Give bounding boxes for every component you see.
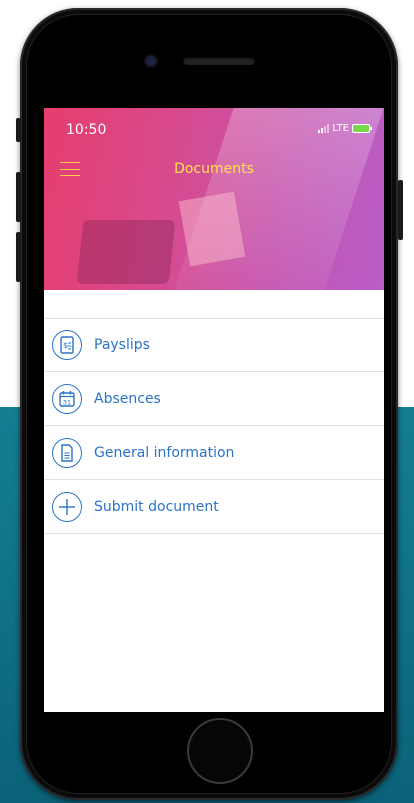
volume-up-button [16,172,21,222]
earpiece-speaker [183,57,255,65]
svg-text:$: $ [63,341,68,350]
list-item-label: General information [94,444,235,461]
status-time: 10:50 [66,122,107,138]
payslip-icon: $ [52,330,82,360]
network-type: LTE [332,123,349,134]
list-item-general-information[interactable]: General information [44,426,384,480]
list-item-label: Submit document [94,498,219,515]
list-item-absences[interactable]: 31 Absences [44,372,384,426]
documents-list: $ Payslips 31 Absences General informati… [44,318,384,534]
list-item-label: Absences [94,390,161,407]
document-icon [52,437,82,468]
calendar-day-label: 31 [63,398,71,406]
list-item-label: Payslips [94,337,150,353]
plus-icon [52,491,82,522]
battery-icon [352,124,372,133]
header-banner: 10:50 LTE Documents [44,108,384,290]
banner-laptop-shape [76,220,176,284]
mute-switch [16,118,21,142]
calendar-icon: 31 [52,383,82,414]
list-item-submit-document[interactable]: Submit document [44,480,384,534]
list-item-payslips[interactable]: $ Payslips [44,318,384,372]
front-camera [146,56,156,66]
home-button[interactable] [187,718,253,784]
volume-down-button [16,232,21,282]
app-screen: 10:50 LTE Documents $ Payslips 31 Absenc… [44,108,384,712]
status-indicators: LTE [318,123,372,134]
banner-paper-shape [178,191,246,267]
page-title: Documents [174,161,254,177]
signal-icon [318,124,330,133]
power-button [398,180,403,240]
